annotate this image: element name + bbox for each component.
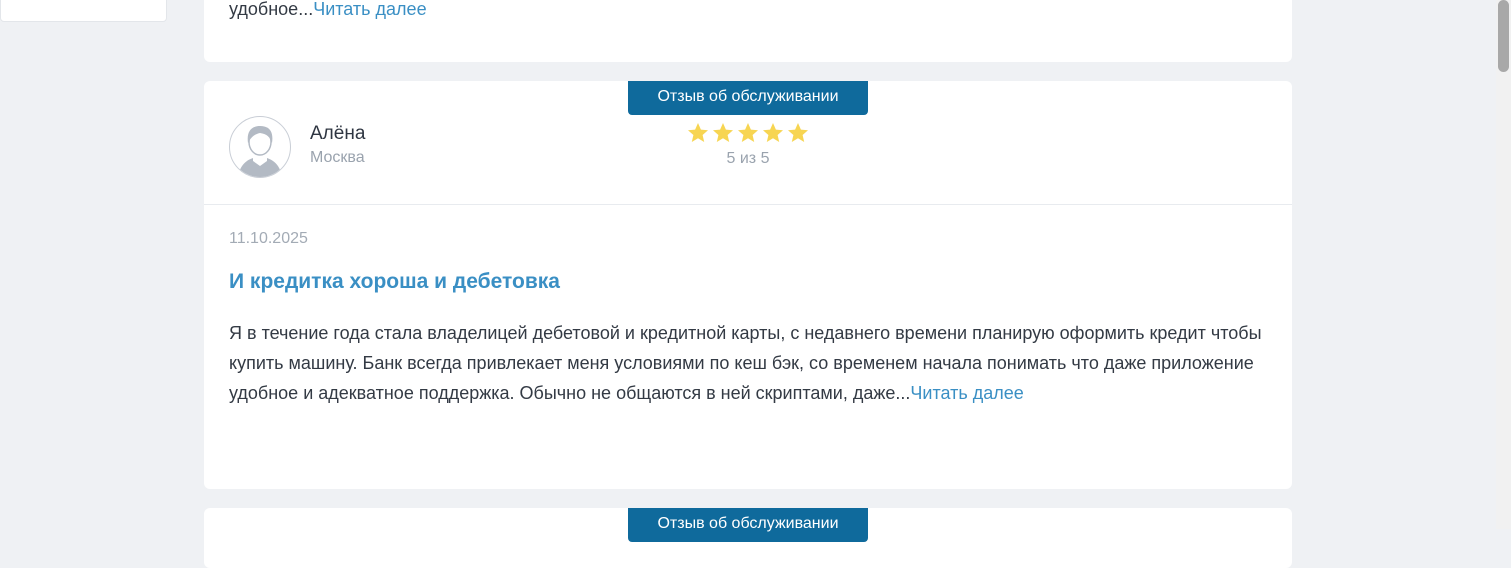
rating-stars bbox=[686, 121, 811, 145]
review-title-link[interactable]: И кредитка хороша и дебетовка bbox=[229, 270, 560, 294]
review-card: Отзыв об обслуживании Алёна Москва 5 из … bbox=[204, 81, 1292, 489]
user-avatar-icon bbox=[229, 116, 291, 178]
scrollbar-track[interactable] bbox=[1496, 0, 1511, 529]
previous-review-card: удобное...Читать далее bbox=[204, 0, 1292, 62]
rating-text: 5 из 5 bbox=[726, 150, 770, 167]
scrollbar-thumb[interactable] bbox=[1498, 0, 1509, 72]
star-icon bbox=[688, 123, 708, 142]
star-icon bbox=[738, 123, 758, 142]
next-review-card: Отзыв об обслуживании bbox=[204, 508, 1292, 568]
review-type-badge: Отзыв об обслуживании bbox=[628, 81, 868, 115]
author-city: Москва bbox=[310, 149, 365, 166]
read-more-link[interactable]: Читать далее bbox=[910, 383, 1023, 403]
author-name: Алёна bbox=[310, 123, 366, 144]
review-body: Я в течение года стала владелицей дебето… bbox=[229, 323, 1262, 403]
next-review-type-badge: Отзыв об обслуживании bbox=[628, 508, 868, 542]
review-text: Я в течение года стала владелицей дебето… bbox=[229, 318, 1269, 408]
sidebar-card bbox=[0, 0, 167, 22]
previous-read-more-link[interactable]: Читать далее bbox=[313, 0, 426, 19]
star-icon bbox=[713, 123, 733, 142]
review-date: 11.10.2025 bbox=[229, 230, 308, 247]
divider bbox=[204, 204, 1292, 205]
previous-review-text: удобное...Читать далее bbox=[229, 0, 427, 19]
star-icon bbox=[788, 123, 808, 142]
star-icon bbox=[763, 123, 783, 142]
